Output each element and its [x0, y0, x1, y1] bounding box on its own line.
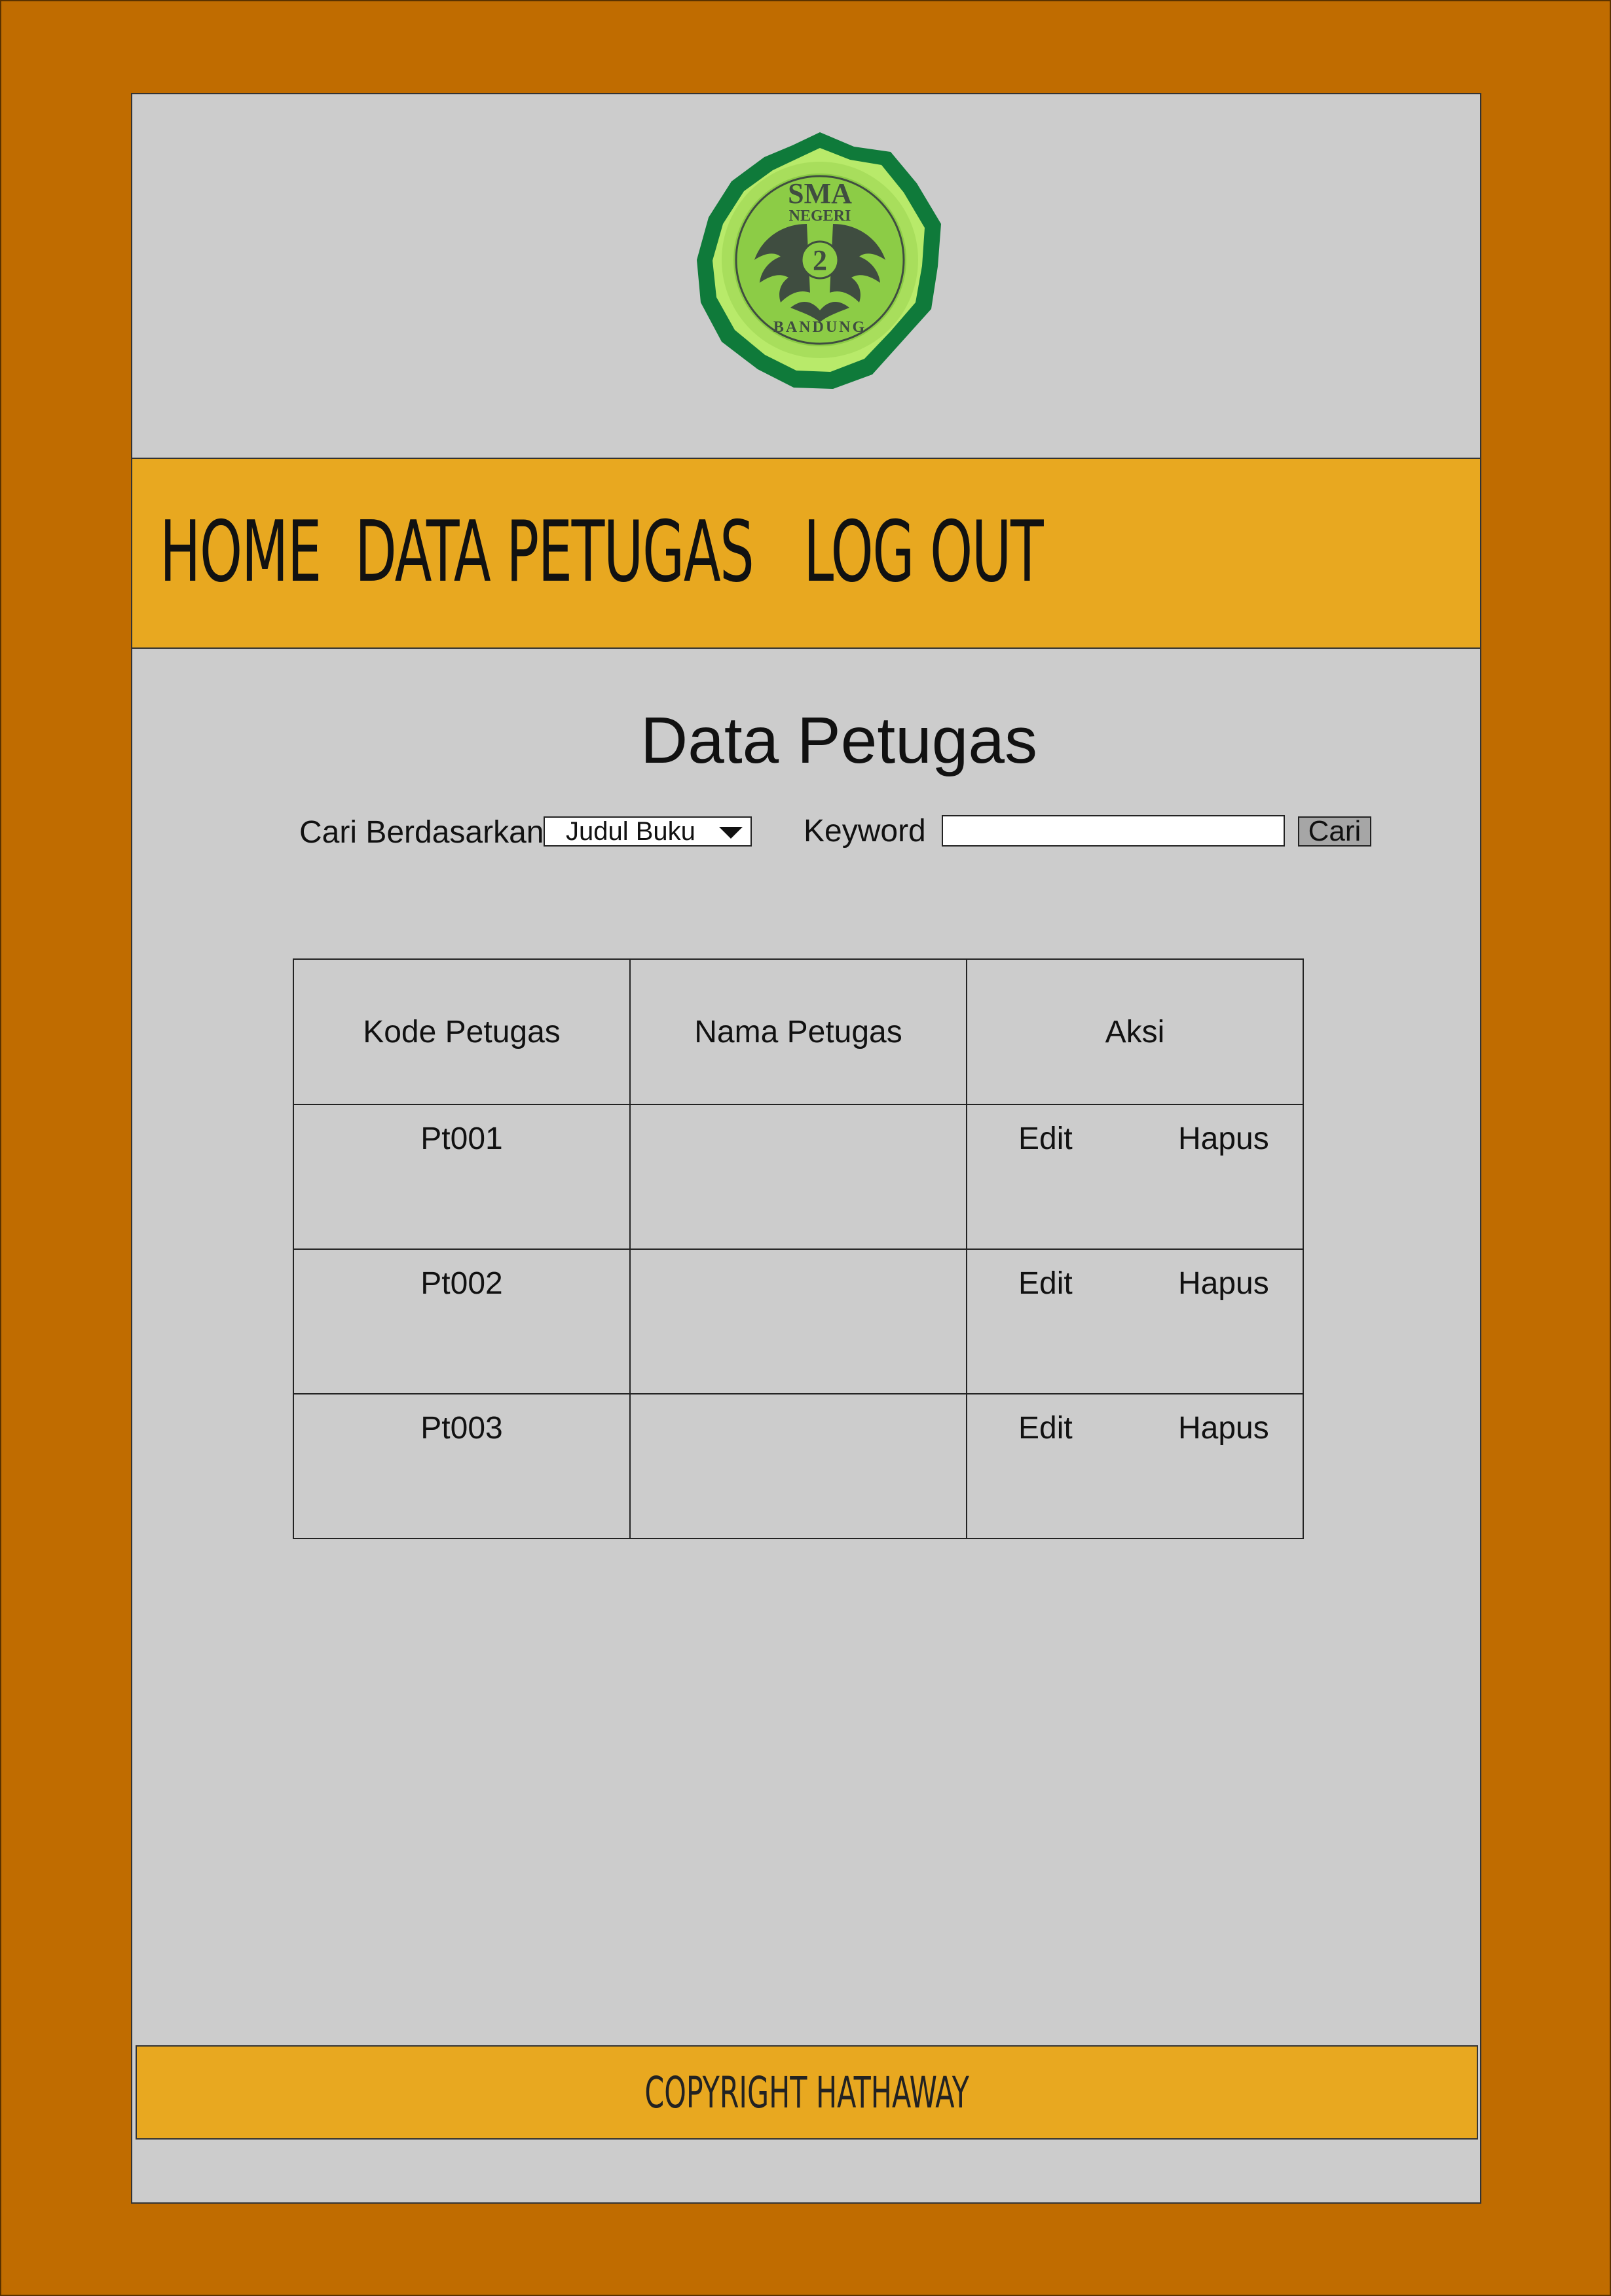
- search-button[interactable]: Cari: [1298, 816, 1371, 847]
- nav-home-link[interactable]: HOME: [160, 503, 322, 601]
- keyword-label: Keyword: [804, 814, 926, 848]
- cell-nama: [629, 1393, 967, 1539]
- copyright-text: COPYRIGHT HATHAWAY: [644, 2067, 969, 2118]
- edit-link[interactable]: Edit: [1018, 1410, 1073, 1446]
- search-by-select[interactable]: Judul Buku: [544, 816, 752, 847]
- edit-link[interactable]: Edit: [1018, 1121, 1073, 1157]
- nav-bar: HOME DATA PETUGAS LOG OUT: [132, 458, 1480, 649]
- edit-link[interactable]: Edit: [1018, 1266, 1073, 1302]
- search-by-select-value: Judul Buku: [566, 817, 695, 846]
- nav-data-petugas-link[interactable]: DATA PETUGAS: [355, 503, 754, 601]
- header-nama-petugas: Nama Petugas: [629, 958, 967, 1105]
- cell-kode: Pt003: [293, 1393, 631, 1539]
- school-logo: SMA NEGERI 2 BANDUNG: [682, 126, 957, 401]
- table-row: Pt002 Edit Hapus: [293, 1248, 1304, 1394]
- chevron-down-icon: [719, 827, 743, 839]
- svg-text:2: 2: [813, 244, 827, 276]
- page-title: Data Petugas: [640, 704, 1037, 777]
- page-container: SMA NEGERI 2 BANDUNG HOME DATA PETUGAS L…: [131, 93, 1481, 2204]
- header-kode-petugas: Kode Petugas: [293, 958, 631, 1105]
- header-aksi: Aksi: [966, 958, 1304, 1105]
- delete-link[interactable]: Hapus: [1178, 1121, 1269, 1157]
- table-header-row: Kode Petugas Nama Petugas Aksi: [293, 958, 1304, 1105]
- table-row: Pt001 Edit Hapus: [293, 1104, 1304, 1250]
- svg-text:NEGERI: NEGERI: [789, 208, 851, 225]
- cell-kode: Pt001: [293, 1104, 631, 1250]
- table-row: Pt003 Edit Hapus: [293, 1393, 1304, 1539]
- svg-text:SMA: SMA: [788, 177, 852, 210]
- footer-bar: COPYRIGHT HATHAWAY: [136, 2045, 1478, 2140]
- delete-link[interactable]: Hapus: [1178, 1266, 1269, 1302]
- delete-link[interactable]: Hapus: [1178, 1410, 1269, 1446]
- cell-nama: [629, 1248, 967, 1394]
- school-logo-icon: SMA NEGERI 2 BANDUNG: [697, 132, 941, 389]
- cell-aksi: Edit Hapus: [966, 1248, 1304, 1394]
- search-by-label: Cari Berdasarkan: [299, 815, 544, 850]
- cell-kode: Pt002: [293, 1248, 631, 1394]
- svg-text:BANDUNG: BANDUNG: [773, 319, 866, 336]
- nav-logout-link[interactable]: LOG OUT: [804, 503, 1044, 601]
- keyword-input[interactable]: [942, 815, 1285, 847]
- petugas-table: Kode Petugas Nama Petugas Aksi Pt001 Edi…: [293, 958, 1304, 1539]
- cell-aksi: Edit Hapus: [966, 1104, 1304, 1250]
- cell-nama: [629, 1104, 967, 1250]
- cell-aksi: Edit Hapus: [966, 1393, 1304, 1539]
